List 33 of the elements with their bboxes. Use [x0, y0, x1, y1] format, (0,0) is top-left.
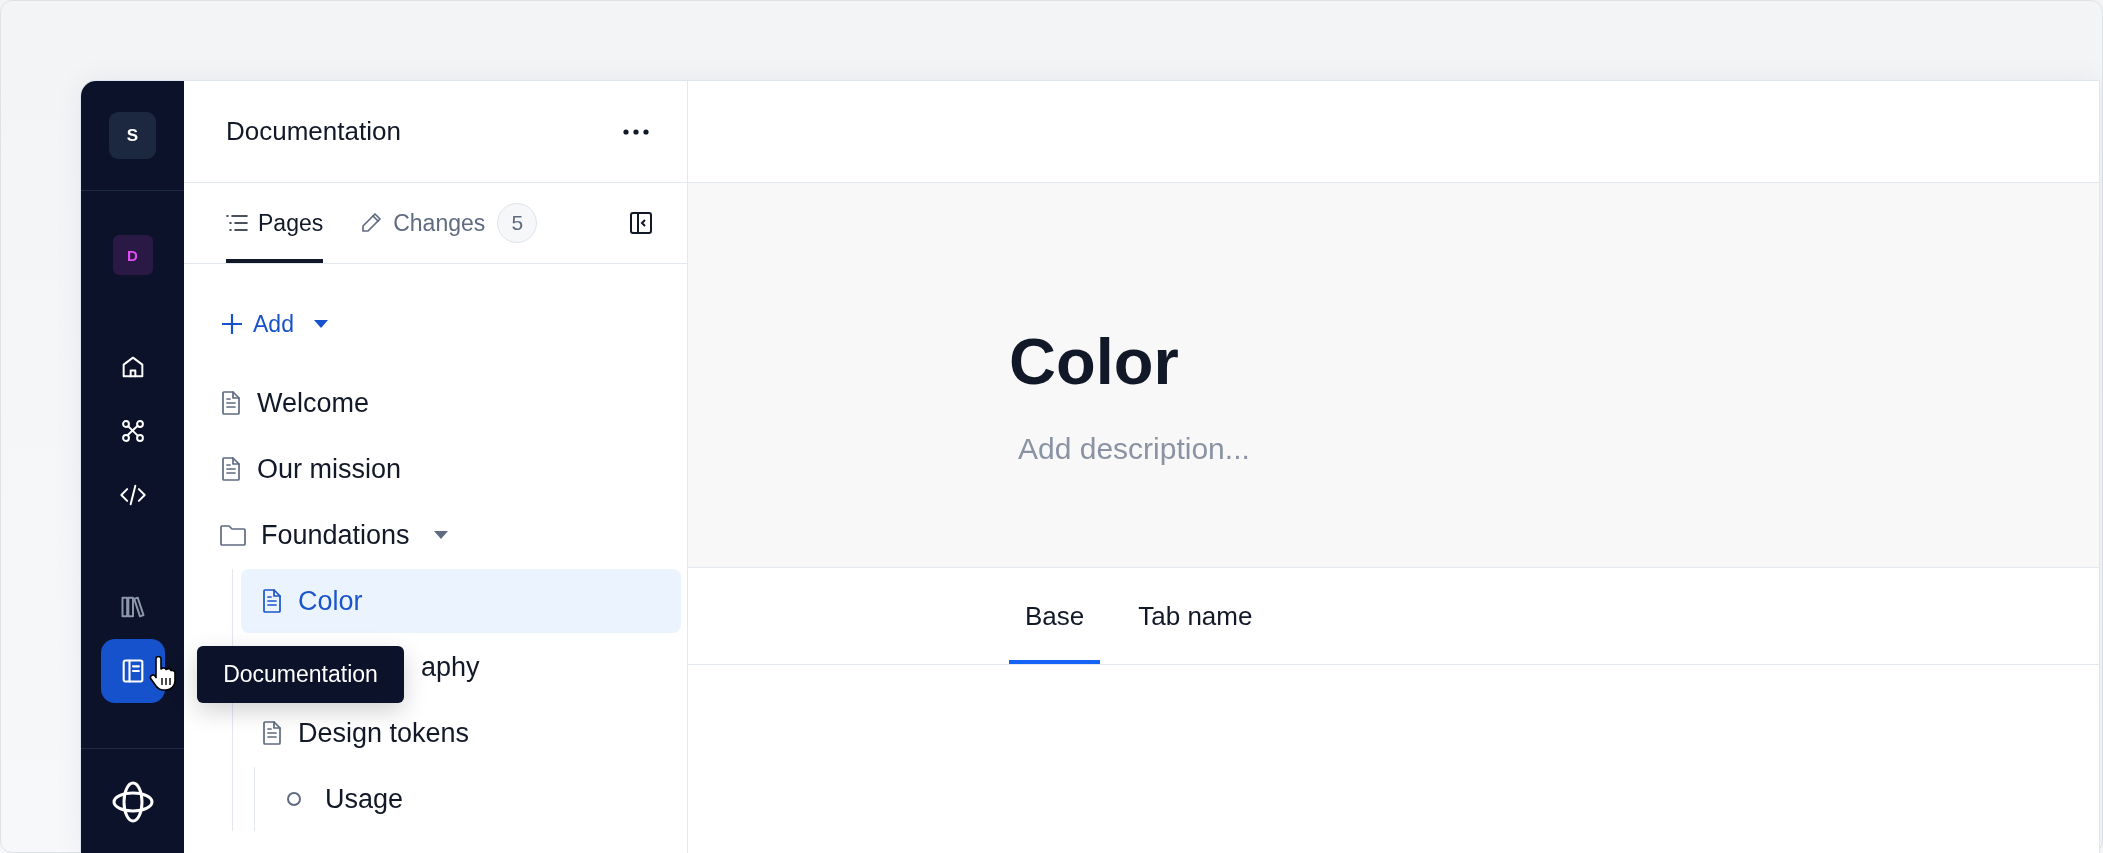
plus-icon	[221, 313, 243, 335]
workspace-avatar[interactable]: S	[109, 112, 156, 159]
changes-tab[interactable]: Changes 5	[359, 183, 538, 263]
tree-item[interactable]: Color	[241, 569, 681, 633]
count-badge: 5	[497, 203, 538, 243]
document-icon	[219, 456, 243, 482]
project-avatar[interactable]: D	[112, 235, 153, 275]
add-button[interactable]: Add	[219, 308, 328, 340]
caret-icon[interactable]	[433, 531, 448, 539]
pencil-icon	[359, 211, 384, 235]
tooltip: Documentation	[197, 646, 404, 703]
folder-icon	[219, 523, 247, 547]
tree-item[interactable]: Usage	[263, 767, 681, 831]
page-title: Color	[1009, 329, 1180, 394]
content-tab[interactable]: Base	[1009, 568, 1101, 664]
pages-tab[interactable]: Pages	[226, 183, 324, 263]
document-icon	[260, 588, 284, 614]
content-tab[interactable]: Tab name	[1122, 568, 1269, 664]
hand-cursor-icon	[148, 656, 178, 692]
more-icon[interactable]	[623, 128, 649, 135]
list-icon	[226, 214, 248, 232]
logo-icon[interactable]	[111, 781, 154, 823]
tree-item[interactable]: Our mission	[219, 437, 681, 501]
caret-icon	[313, 320, 328, 328]
description-field[interactable]: Add description...	[1018, 432, 1518, 466]
tree-item[interactable]: Design tokens	[241, 701, 681, 765]
tree-folder[interactable]: Foundations	[219, 503, 681, 567]
document-icon	[219, 390, 243, 416]
sidebar-title: Documentation	[226, 116, 401, 147]
collapse-sidebar-icon[interactable]	[629, 211, 653, 235]
document-icon	[260, 720, 284, 746]
tree-item[interactable]: Welcome	[219, 371, 681, 435]
bullet-icon	[287, 792, 301, 806]
